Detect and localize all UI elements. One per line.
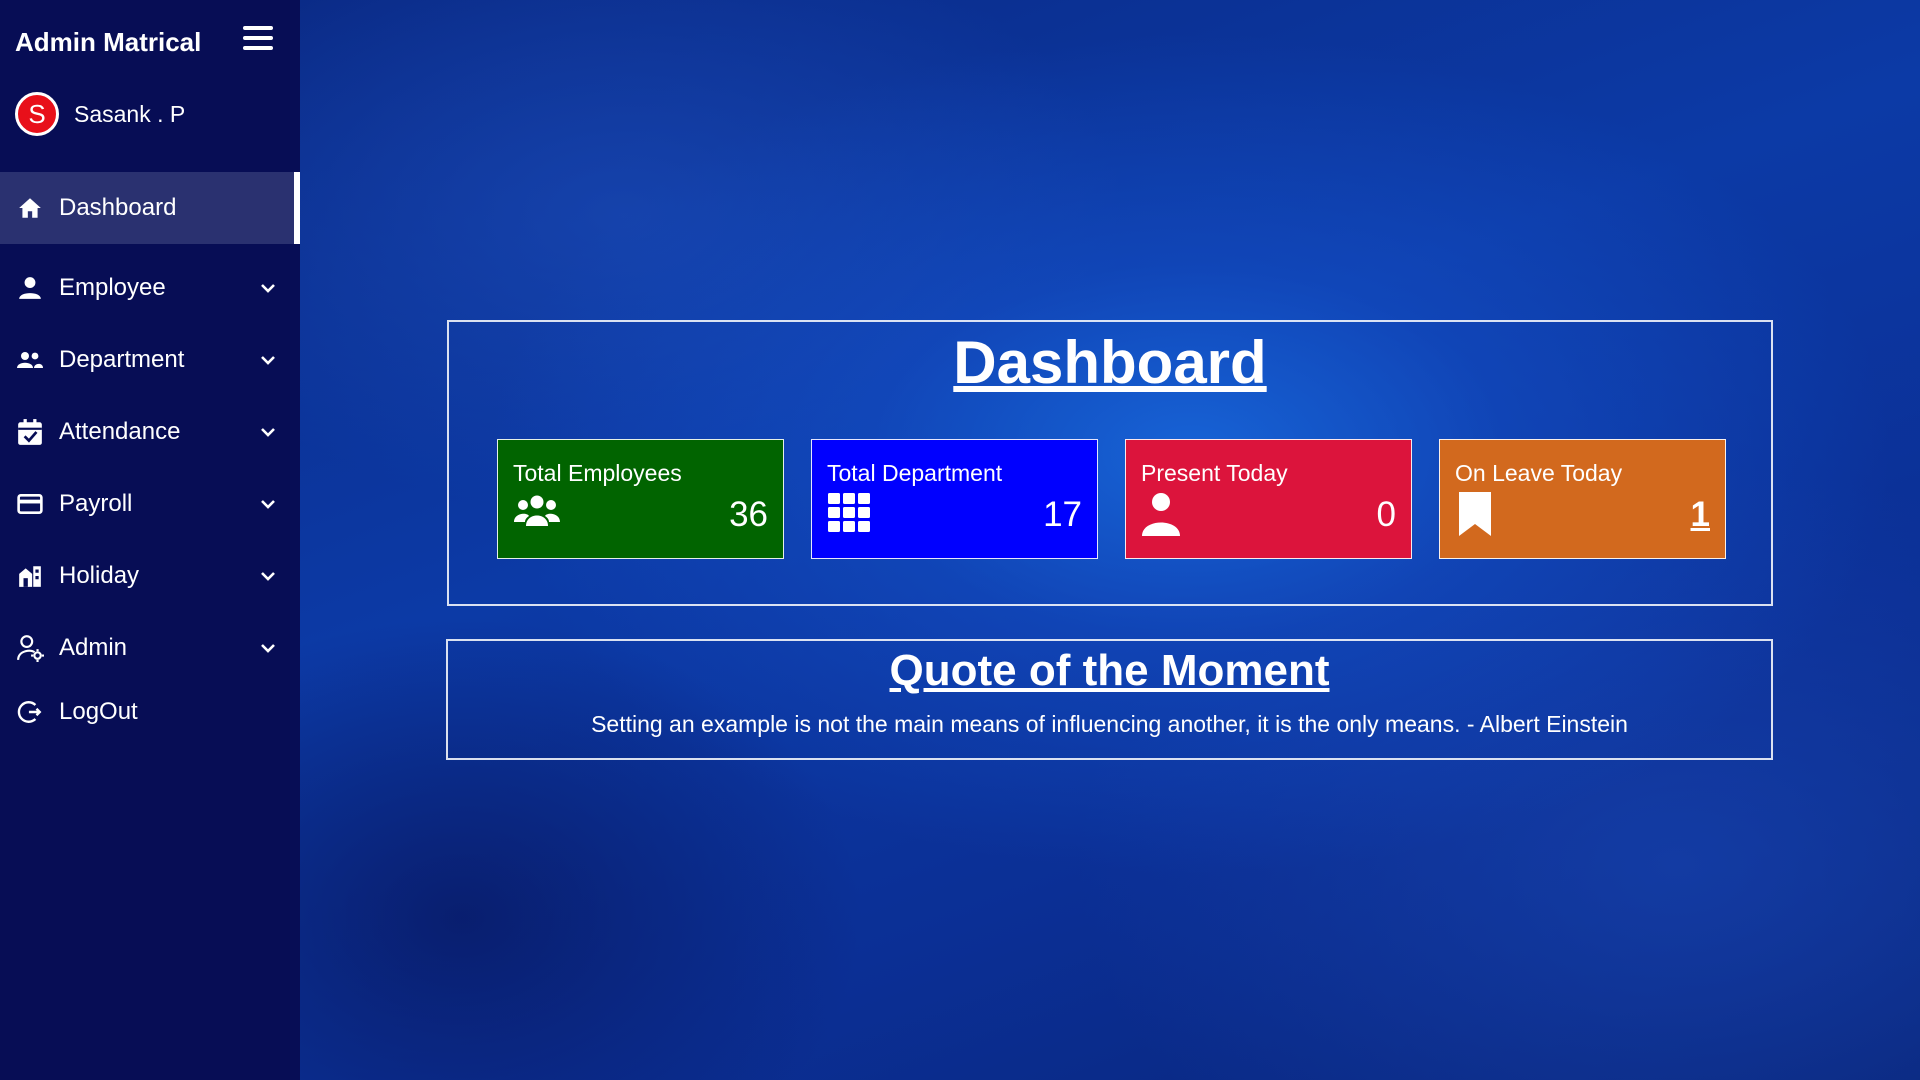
stat-card-present-today[interactable]: Present Today 0 [1125,439,1412,559]
quote-text: Setting an example is not the main means… [591,711,1628,737]
sidebar-item-dashboard[interactable]: Dashboard [0,172,300,244]
card-label: Present Today [1141,460,1288,486]
card-value: 36 [729,495,768,534]
chevron-down-icon [261,284,275,293]
sidebar: Admin Matrical S Sasank . P Dashboard Em… [0,0,300,1080]
chevron-down-icon [261,644,275,653]
sidebar-item-admin[interactable]: Admin [0,612,300,684]
users-group-icon [514,495,560,526]
sidebar-item-label: Payroll [59,490,133,517]
logout-icon [15,697,45,727]
card-value: 17 [1043,495,1082,534]
building-icon [15,561,45,591]
stat-card-total-employees[interactable]: Total Employees 36 [497,439,784,559]
stat-card-on-leave-today[interactable]: On Leave Today 1 [1439,439,1726,559]
sidebar-item-payroll[interactable]: Payroll [0,468,300,540]
sidebar-header: Admin Matrical [15,22,285,62]
chevron-down-icon [261,572,275,581]
on-leave-link[interactable]: 1 [1691,495,1710,535]
card-label: On Leave Today [1455,460,1623,486]
quote-title: Quote of the Moment [889,646,1330,695]
chevron-down-icon [261,428,275,437]
sidebar-item-logout[interactable]: LogOut [0,684,300,740]
chevron-down-icon [261,500,275,509]
app-brand: Admin Matrical [15,27,202,57]
stat-card-total-department[interactable]: Total Department 17 [811,439,1098,559]
page-title: Dashboard [953,329,1267,396]
people-icon [15,345,45,375]
user-profile[interactable]: S Sasank . P [15,92,185,136]
sidebar-item-label: Department [59,346,185,373]
bookmark-icon [1459,492,1491,536]
sidebar-item-label: Attendance [59,418,181,445]
calendar-check-icon [15,417,45,447]
sidebar-nav: Dashboard Employee Department Attendance [0,172,300,740]
sidebar-item-label: Dashboard [59,194,177,221]
sidebar-item-employee[interactable]: Employee [0,252,300,324]
sidebar-item-attendance[interactable]: Attendance [0,396,300,468]
sidebar-item-holiday[interactable]: Holiday [0,540,300,612]
dashboard-panel: Dashboard Total Employees 36 Total Depar… [447,320,1773,606]
card-value: 0 [1376,495,1396,534]
sidebar-item-label: LogOut [59,698,138,725]
credit-card-icon [15,489,45,519]
card-label: Total Department [827,460,1003,486]
avatar: S [15,92,59,136]
sidebar-item-label: Admin [59,634,128,661]
person-icon [15,273,45,303]
user-name: Sasank . P [74,100,186,127]
chevron-down-icon [261,356,275,365]
sidebar-item-label: Employee [59,274,166,301]
admin-user-icon [15,633,45,663]
sidebar-item-department[interactable]: Department [0,324,300,396]
main-content: Dashboard Total Employees 36 Total Depar… [300,0,1920,1080]
quote-panel: Quote of the Moment Setting an example i… [446,639,1773,760]
hamburger-menu-icon[interactable] [243,26,273,54]
grid-icon [828,493,870,532]
user-icon [1142,493,1180,536]
card-label: Total Employees [513,460,682,486]
sidebar-item-label: Holiday [59,562,140,589]
home-icon [15,193,45,223]
